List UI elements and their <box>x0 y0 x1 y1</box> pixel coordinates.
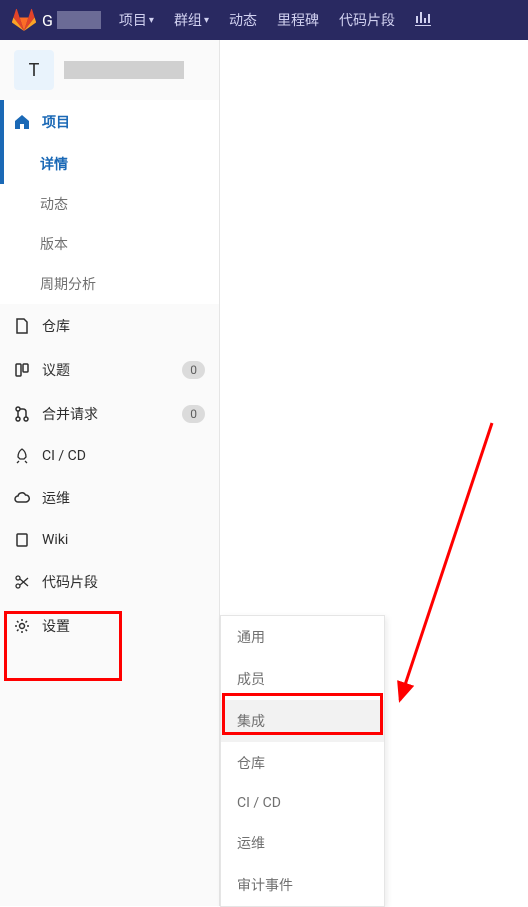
project-header[interactable]: T <box>0 40 219 100</box>
sidebar-item-wiki[interactable]: Wiki <box>0 520 219 560</box>
sidebar-label: CI / CD <box>42 448 205 464</box>
flyout-item-members[interactable]: 成员 <box>221 658 384 700</box>
flyout-label: 运维 <box>237 836 265 852</box>
sidebar-item-merge-requests[interactable]: 合并请求 0 <box>0 392 219 436</box>
sub-label: 详情 <box>40 157 68 173</box>
flyout-item-audit-events[interactable]: 审计事件 <box>221 864 384 906</box>
issues-count-badge: 0 <box>182 361 205 379</box>
cloud-icon <box>14 490 30 506</box>
sidebar-label: 代码片段 <box>42 572 205 592</box>
sidebar-item-cicd[interactable]: CI / CD <box>0 436 219 476</box>
flyout-label: 审计事件 <box>237 878 293 894</box>
nav-item-milestones[interactable]: 里程碑 <box>267 10 329 30</box>
flyout-label: 通用 <box>237 630 265 646</box>
caret-down-icon: ▾ <box>204 15 209 26</box>
doc-icon <box>14 318 30 334</box>
sidebar-label: Wiki <box>42 532 205 548</box>
sidebar-item-repository[interactable]: 仓库 <box>0 304 219 348</box>
home-icon <box>14 114 30 130</box>
sidebar: T 项目 详情 动态 版本 周期分析 仓库 <box>0 40 220 906</box>
flyout-label: 仓库 <box>237 756 265 772</box>
chart-icon <box>415 10 431 30</box>
issues-icon <box>14 362 30 378</box>
brand-name-redacted <box>57 11 101 29</box>
sub-item-cycle-analytics[interactable]: 周期分析 <box>0 264 219 304</box>
sub-item-releases[interactable]: 版本 <box>0 224 219 264</box>
nav-label: 里程碑 <box>277 10 319 30</box>
nav-item-snippets[interactable]: 代码片段 <box>329 10 405 30</box>
sidebar-label: 设置 <box>42 616 205 636</box>
gitlab-logo-icon[interactable] <box>12 8 36 32</box>
flyout-item-general[interactable]: 通用 <box>221 616 384 658</box>
flyout-item-repository[interactable]: 仓库 <box>221 742 384 784</box>
flyout-label: 集成 <box>237 714 265 730</box>
side-nav: 项目 详情 动态 版本 周期分析 仓库 议题 <box>0 100 219 648</box>
book-icon <box>14 532 30 548</box>
flyout-item-operations[interactable]: 运维 <box>221 822 384 864</box>
flyout-item-cicd[interactable]: CI / CD <box>221 784 384 822</box>
caret-down-icon: ▾ <box>149 15 154 26</box>
sidebar-item-operations[interactable]: 运维 <box>0 476 219 520</box>
project-sub-items: 详情 动态 版本 周期分析 <box>0 144 219 304</box>
sidebar-label: 合并请求 <box>42 404 182 424</box>
gear-icon <box>14 618 30 634</box>
sub-item-details[interactable]: 详情 <box>0 144 219 184</box>
flyout-label: CI / CD <box>237 795 281 811</box>
nav-item-projects[interactable]: 项目 ▾ <box>109 10 164 30</box>
top-navbar: G 项目 ▾ 群组 ▾ 动态 里程碑 代码片段 <box>0 0 528 40</box>
rocket-icon <box>14 448 30 464</box>
sidebar-item-snippets[interactable]: 代码片段 <box>0 560 219 604</box>
sidebar-item-settings[interactable]: 设置 <box>0 604 219 648</box>
scissors-icon <box>14 574 30 590</box>
nav-item-activity[interactable]: 动态 <box>219 10 267 30</box>
nav-item-analytics[interactable] <box>405 10 441 30</box>
sidebar-label: 议题 <box>42 360 182 380</box>
mr-count-badge: 0 <box>182 405 205 423</box>
sidebar-label: 仓库 <box>42 316 205 336</box>
merge-icon <box>14 406 30 422</box>
settings-flyout: 通用 成员 集成 仓库 CI / CD 运维 审计事件 <box>220 615 385 907</box>
sub-label: 动态 <box>40 197 68 213</box>
project-avatar: T <box>14 50 54 90</box>
nav-item-groups[interactable]: 群组 ▾ <box>164 10 219 30</box>
sub-label: 周期分析 <box>40 277 96 293</box>
sidebar-item-issues[interactable]: 议题 0 <box>0 348 219 392</box>
nav-items: 项目 ▾ 群组 ▾ 动态 里程碑 代码片段 <box>109 10 441 30</box>
flyout-item-integrations[interactable]: 集成 <box>221 700 384 742</box>
flyout-label: 成员 <box>237 672 265 688</box>
sidebar-label: 项目 <box>42 112 205 132</box>
brand-initial: G <box>42 11 53 30</box>
nav-label: 代码片段 <box>339 10 395 30</box>
nav-label: 动态 <box>229 10 257 30</box>
sidebar-item-project[interactable]: 项目 <box>0 100 219 144</box>
sub-label: 版本 <box>40 237 68 253</box>
sidebar-label: 运维 <box>42 488 205 508</box>
nav-label: 项目 <box>119 10 147 30</box>
project-name-redacted <box>64 61 184 79</box>
nav-label: 群组 <box>174 10 202 30</box>
sub-item-activity[interactable]: 动态 <box>0 184 219 224</box>
avatar-letter: T <box>29 60 40 81</box>
